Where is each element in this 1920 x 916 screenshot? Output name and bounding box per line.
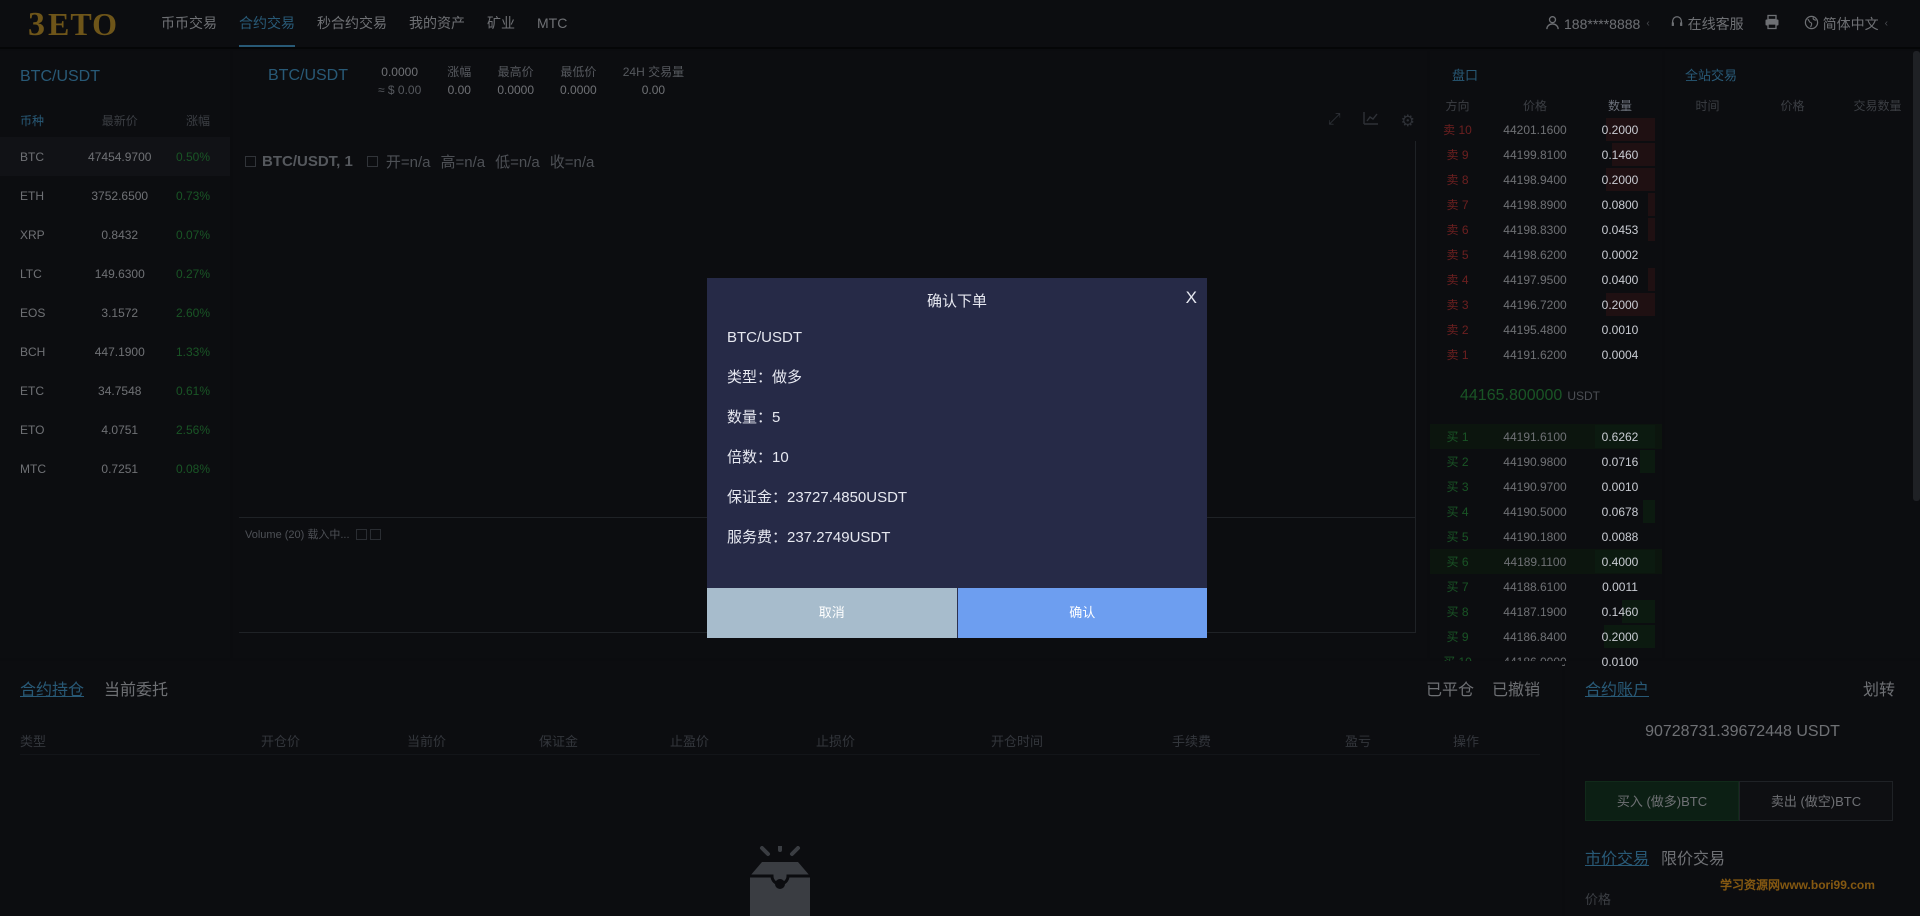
orderbook-qty: 0.0400 — [1601, 272, 1639, 287]
orderbook-qty: 0.0011 — [1602, 579, 1638, 594]
orderbook-qty: 0.0716 — [1601, 454, 1639, 469]
orderbook-qty: 0.0800 — [1601, 197, 1639, 212]
orderbook-qty: 0.2000 — [1601, 122, 1639, 137]
orderbook-qty: 0.4000 — [1601, 554, 1639, 569]
order-fee: 服务费：237.2749USDT — [727, 529, 891, 546]
cancel-button[interactable]: 取消 — [707, 588, 958, 638]
order-margin: 保证金：23727.4850USDT — [727, 489, 908, 506]
orderbook-qty: 0.0088 — [1601, 529, 1639, 544]
confirm-button[interactable]: 确认 — [957, 588, 1207, 638]
close-icon[interactable]: X — [1186, 288, 1197, 308]
confirm-order-dialog: 确认下单 X BTC/USDT 类型：做多 数量：5 倍数：10 保证金：237… — [707, 278, 1207, 638]
orderbook-qty: 0.0002 — [1601, 247, 1639, 262]
orderbook-qty: 0.0678 — [1601, 504, 1639, 519]
orderbook-qty: 0.2000 — [1601, 629, 1639, 644]
order-pair: BTC/USDT — [727, 329, 802, 346]
dialog-buttons: 取消 确认 — [707, 588, 1207, 638]
dialog-body: BTC/USDT 类型：做多 数量：5 倍数：10 保证金：23727.4850… — [707, 318, 1207, 558]
orderbook-qty: 0.0004 — [1601, 347, 1639, 362]
orderbook-qty: 0.6262 — [1601, 429, 1639, 444]
order-leverage: 倍数：10 — [727, 449, 789, 466]
orderbook-qty: 0.0453 — [1601, 222, 1639, 237]
order-type: 类型：做多 — [727, 369, 803, 386]
dialog-title: 确认下单 — [926, 293, 987, 310]
orderbook-qty: 0.2000 — [1601, 297, 1639, 312]
orderbook-qty: 0.0100 — [1601, 654, 1639, 669]
orderbook-qty: 0.0010 — [1601, 479, 1639, 494]
order-quantity: 数量：5 — [727, 409, 781, 426]
orderbook-qty: 0.1460 — [1601, 604, 1639, 619]
orderbook-qty: 0.1460 — [1601, 147, 1639, 162]
orderbook-qty: 0.2000 — [1601, 172, 1639, 187]
orderbook-qty: 0.0010 — [1601, 322, 1639, 337]
